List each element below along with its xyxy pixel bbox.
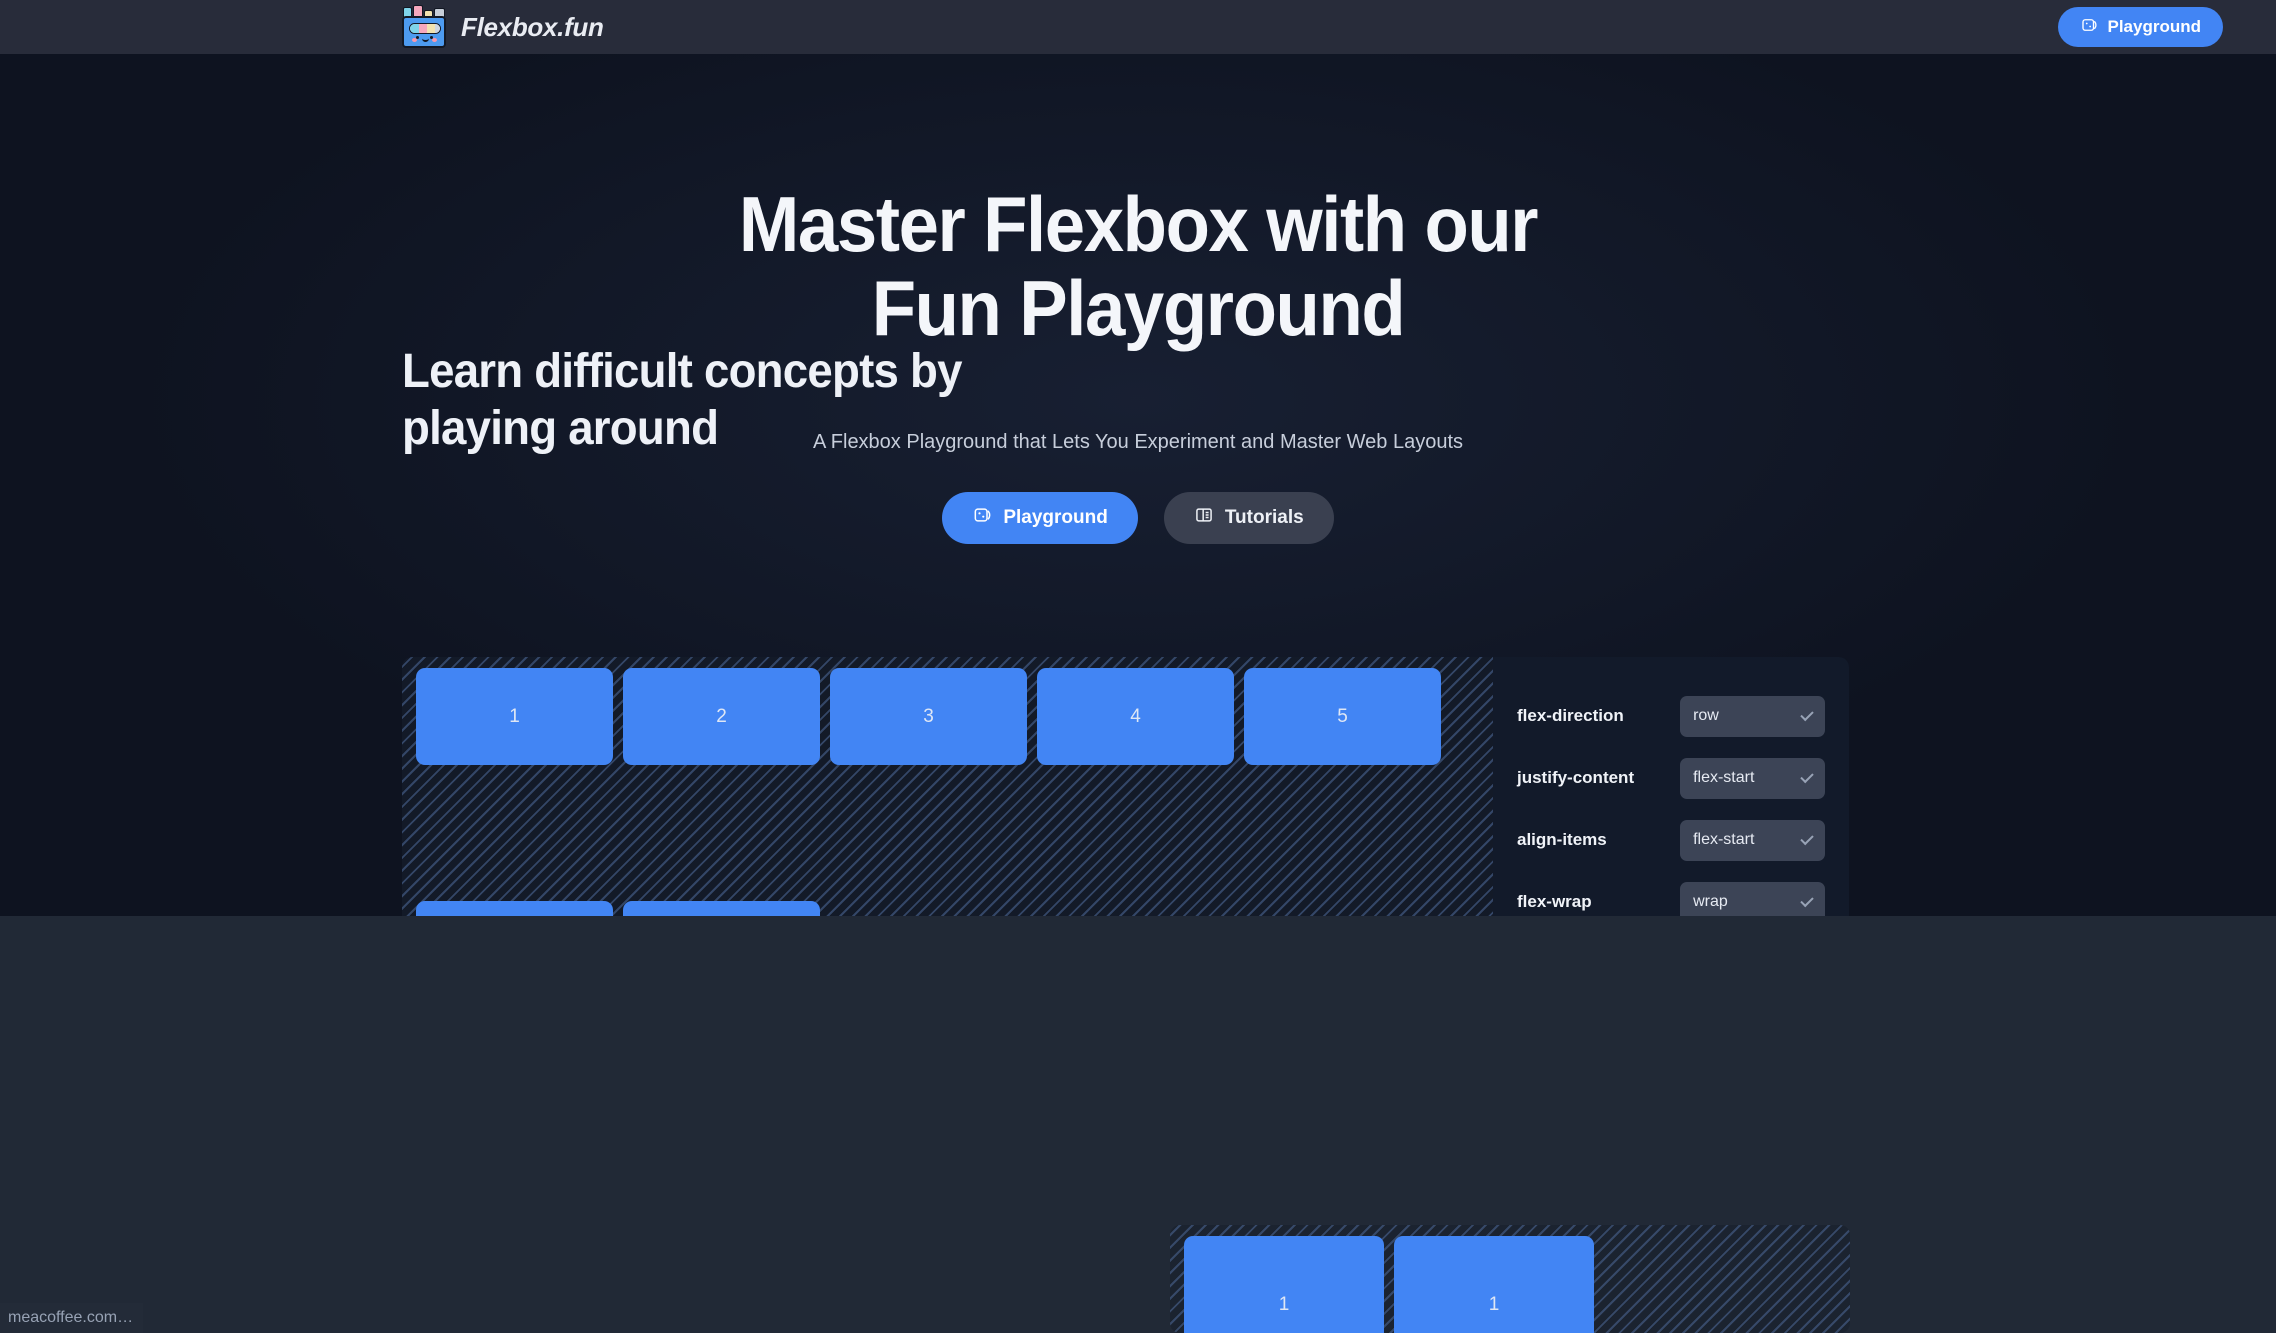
select-value: row	[1693, 707, 1719, 724]
control-flex-direction: flex-direction row	[1517, 685, 1825, 747]
page-title: Master Flexbox with our Fun Playground	[80, 182, 2197, 350]
learn-section-demo[interactable]: 1 1	[1170, 1225, 1850, 1333]
learn-section-heading: Learn difficult concepts by playing arou…	[402, 344, 1162, 457]
playground-demo: 1 2 3 4 5 6 7 flex-direction row	[402, 657, 1849, 916]
flex-wrap-select[interactable]: wrap	[1680, 881, 1825, 916]
chevron-down-icon	[1800, 769, 1814, 783]
control-justify-content: justify-content flex-start	[1517, 747, 1825, 809]
browser-status-bar: meacoffee.com…	[0, 1303, 144, 1333]
header-playground-button[interactable]: Playground	[2058, 7, 2223, 47]
playground-controls-panel: flex-direction row justify-content flex-…	[1493, 657, 1849, 916]
learn-heading-line-2: playing around	[402, 401, 719, 455]
flex-container-preview[interactable]: 1 2 3 4 5 6 7	[402, 657, 1493, 916]
header-playground-label: Playground	[2107, 17, 2201, 36]
chevron-down-icon	[1800, 707, 1814, 721]
dice-icon	[972, 505, 992, 531]
status-bar-text: meacoffee.com…	[8, 1309, 134, 1326]
hero-title-line-1: Master Flexbox with our	[738, 180, 1539, 268]
book-icon	[1194, 505, 1214, 531]
chevron-down-icon	[1800, 893, 1814, 907]
flex-item[interactable]: 6	[416, 901, 613, 916]
hero-section: Master Flexbox with our Fun Playground A…	[0, 54, 2276, 916]
flex-row-spacer	[411, 767, 1484, 899]
hero-title-line-2: Fun Playground	[871, 264, 1406, 353]
dice-icon	[2080, 16, 2098, 39]
control-label: justify-content	[1517, 768, 1635, 787]
logo-face	[412, 36, 437, 45]
justify-content-select[interactable]: flex-start	[1680, 757, 1825, 799]
brand-name: Flexbox.fun	[461, 11, 604, 42]
hero-playground-button[interactable]: Playground	[942, 492, 1138, 544]
hero-tutorials-button[interactable]: Tutorials	[1163, 492, 1334, 544]
hero-action-buttons: Playground Tutorials	[0, 492, 2276, 544]
logo-slot	[409, 23, 441, 34]
flex-item[interactable]: 7	[623, 901, 820, 916]
page-root: Flexbox.fun Playground Master Flexbox wi…	[0, 0, 2276, 1333]
flex-item[interactable]: 4	[1037, 668, 1234, 765]
brand-home-link[interactable]: Flexbox.fun	[399, 0, 604, 54]
flex-item[interactable]: 2	[623, 668, 820, 765]
learn-section	[0, 916, 2276, 1333]
flex-item[interactable]: 3	[830, 668, 1027, 765]
align-items-select[interactable]: flex-start	[1680, 819, 1825, 861]
select-value: flex-start	[1693, 831, 1755, 848]
flex-item[interactable]: 1	[1184, 1236, 1384, 1333]
flex-direction-select[interactable]: row	[1680, 695, 1825, 737]
hero-tutorials-label: Tutorials	[1224, 507, 1304, 528]
flexbox-box-mascot-icon	[399, 4, 449, 50]
select-value: flex-start	[1693, 769, 1755, 786]
control-label: align-items	[1517, 830, 1607, 849]
site-header: Flexbox.fun Playground	[0, 0, 2276, 54]
chevron-down-icon	[1800, 831, 1814, 845]
logo-body	[402, 16, 446, 48]
flex-item[interactable]: 5	[1244, 668, 1441, 765]
control-flex-wrap: flex-wrap wrap	[1517, 871, 1825, 916]
flex-item[interactable]: 1	[416, 668, 613, 765]
control-label: flex-direction	[1517, 706, 1624, 725]
control-label: flex-wrap	[1517, 892, 1592, 911]
flex-item[interactable]: 1	[1394, 1236, 1594, 1333]
select-value: wrap	[1693, 893, 1728, 910]
hero-playground-label: Playground	[1003, 507, 1108, 528]
control-align-items: align-items flex-start	[1517, 809, 1825, 871]
learn-heading-line-1: Learn difficult concepts by	[402, 345, 962, 398]
